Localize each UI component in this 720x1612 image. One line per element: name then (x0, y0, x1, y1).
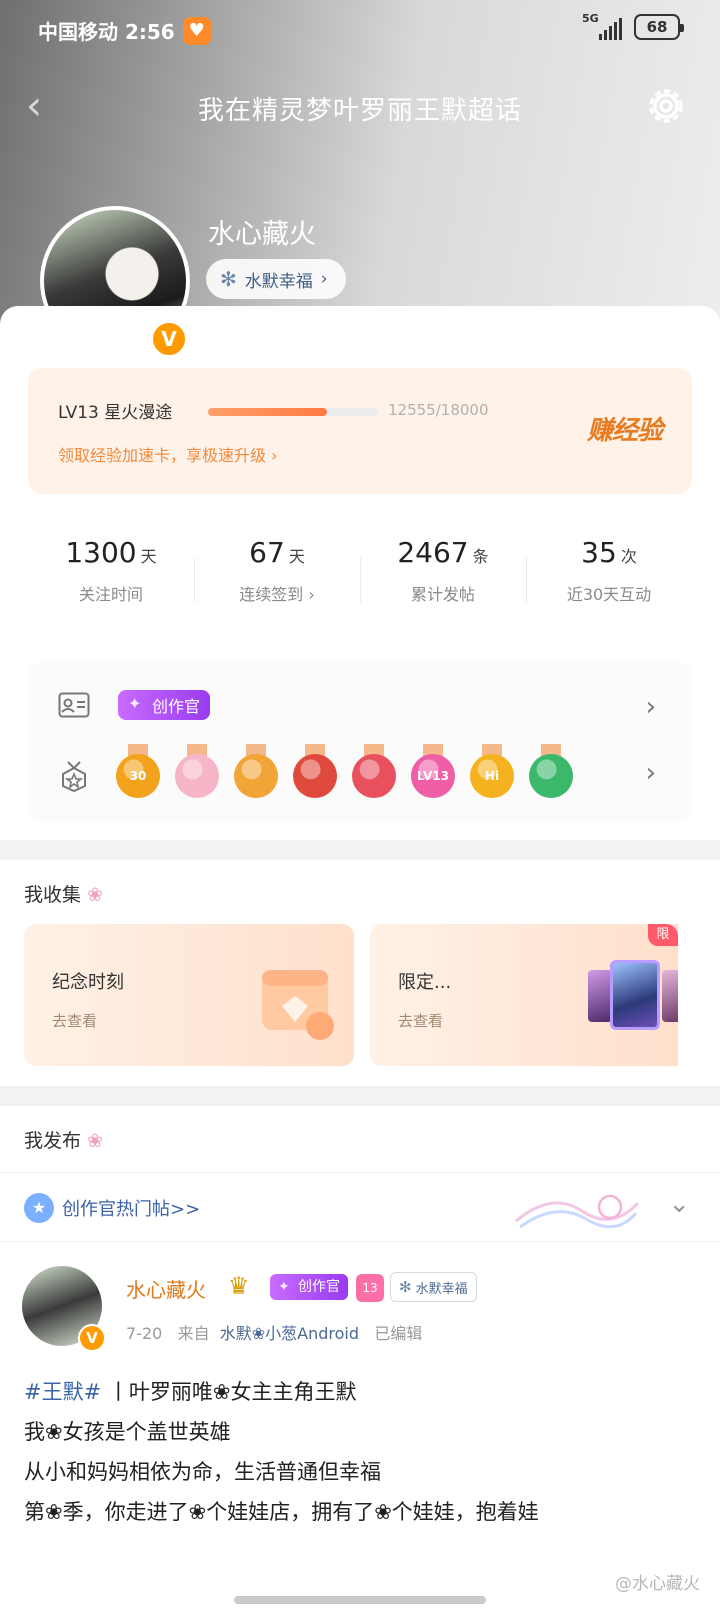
post-author-name[interactable]: 水心藏火 (126, 1274, 206, 1303)
stats-row: 1300 天 关注时间 67 天 连续签到 › 2467 条 累计发帖 35 次 近30… (28, 536, 692, 636)
collection-card-memories[interactable]: 纪念时刻 去查看 (24, 924, 354, 1066)
ribbon-decoration-icon (515, 1194, 640, 1229)
stat-follow-days: 1300 天 关注时间 (65, 536, 157, 604)
creator-tag[interactable]: 创作官 (118, 690, 211, 720)
medal-icon (62, 761, 86, 792)
post-fan-group-tag[interactable]: ✻ 水默幸福 (390, 1272, 477, 1302)
post-line-2: 我❀女孩是个盖世英雄 (24, 1420, 231, 1444)
chevron-right-icon: › (303, 585, 315, 604)
speedup-card-link[interactable]: 领取经验加速卡，享极速升级 › (58, 442, 278, 466)
paw-icon: ❀ (87, 884, 103, 906)
posts-section: 我发布 ❀ ★ 创作官热门帖>> ⌄ V 水心藏火 ♛ 创作官 13 ✻ 水默幸… (0, 1106, 720, 1612)
snowflake-icon: ✻ (220, 267, 237, 291)
crown-medal-icon (234, 744, 278, 802)
fan-group-pill[interactable]: ✻ 水默幸福 › (206, 259, 346, 299)
gear-icon[interactable] (642, 82, 690, 130)
collection-card-limited[interactable]: 限定... 去查看 限 (370, 924, 678, 1066)
sakura-medal-icon (175, 744, 219, 802)
level-label: LV13 星火漫途 (58, 403, 173, 423)
stat-posts: 2467 条 累计发帖 (360, 536, 526, 636)
lv13-medal-icon: LV13 (411, 744, 455, 802)
stat-checkin-days[interactable]: 67 天 连续签到 › (194, 536, 360, 636)
level-progress-text: 12555/18000 (388, 401, 489, 419)
post-hashtag[interactable]: #王默# (24, 1380, 101, 1404)
posts-title: 我发布 ❀ (24, 1130, 103, 1152)
medal-list[interactable]: 30 LV13 Hi (116, 744, 620, 808)
notification-app-icon: ♥ (182, 16, 211, 45)
chevron-right-icon[interactable]: › (646, 692, 656, 722)
stat-interactions: 35 次 近30天互动 (526, 536, 692, 636)
verified-badge-icon: V (78, 1324, 106, 1352)
chevron-down-icon[interactable]: ⌄ (668, 1189, 690, 1219)
username: 水心藏火 (208, 219, 316, 250)
earn-exp-button[interactable]: 赚经验 (587, 410, 663, 447)
calendar-gem-icon (262, 970, 334, 1040)
chevron-right-icon: › (320, 269, 328, 289)
signal-icon: 5G (582, 12, 622, 40)
post-body[interactable]: #王默# 丨叶罗丽唯❀女主主角王默 我❀女孩是个盖世英雄 从小和妈妈相依为命，生… (24, 1372, 696, 1532)
post-date: 7-20 (126, 1324, 163, 1343)
status-left: 中国移动 2:56 ♥ (38, 16, 211, 45)
post-creator-tag[interactable]: 创作官 (270, 1274, 348, 1300)
collection-section: 我收集 ❀ 纪念时刻 去查看 限定... 去查看 限 (0, 860, 720, 1086)
limited-tag: 限 (648, 924, 678, 946)
30-days-medal-icon: 30 (116, 744, 160, 802)
post-source: 水默❀小葱Android (219, 1324, 360, 1343)
home-indicator[interactable] (234, 1596, 486, 1604)
collection-title: 我收集 ❀ (24, 884, 103, 906)
post-line-4: 第❀季，你走进了❀个娃娃店，拥有了❀个娃娃，抱着娃 (24, 1500, 539, 1524)
watermark: @水心藏火 (615, 1574, 700, 1594)
hi-medal-icon: Hi (470, 744, 514, 802)
card-thumb-right (662, 970, 678, 1022)
card-thumb-main (610, 960, 660, 1030)
creator-hot-posts-link[interactable]: 创作官热门帖>> (62, 1195, 200, 1221)
cat-medal-pink-icon (352, 744, 396, 802)
post-from-label: 来自 (177, 1324, 210, 1343)
post-level-badge: 13 (356, 1274, 384, 1302)
carrier-time: 中国移动 2:56 (38, 20, 175, 44)
card-thumb-left (588, 970, 612, 1022)
chevron-right-icon[interactable]: › (646, 758, 656, 788)
crown-icon: ♛ (228, 1272, 250, 1300)
status-bar: 中国移动 2:56 ♥ 5G 68 (0, 8, 720, 48)
snowflake-icon: ✻ (399, 1278, 412, 1296)
fan-group-label: 水默幸福 (244, 271, 313, 292)
level-progress-bar (208, 408, 378, 416)
hand-medal-icon (529, 744, 573, 802)
verified-badge-icon: V (150, 320, 188, 358)
star-badge-icon: ★ (24, 1193, 54, 1223)
paw-icon: ❀ (87, 1130, 103, 1152)
creator-hot-posts-row[interactable]: ★ 创作官热门帖>> ⌄ (0, 1172, 720, 1242)
level-panel[interactable]: LV13 星火漫途 12555/18000 领取经验加速卡，享极速升级 › 赚经… (28, 368, 692, 494)
page-title: 我在精灵梦叶罗丽王默超话 (197, 96, 522, 126)
post-edited: 已编辑 (374, 1324, 423, 1343)
id-card-icon (58, 692, 90, 718)
level-progress-fill (208, 408, 327, 416)
post-meta: 7-20 来自 水默❀小葱Android 已编辑 (126, 1320, 422, 1344)
post-line-3: 从小和妈妈相依为命，生活普通但幸福 (24, 1460, 381, 1484)
status-right: 5G 68 (582, 12, 684, 40)
profile-card: LV13 星火漫途 12555/18000 领取经验加速卡，享极速升级 › 赚经… (0, 306, 720, 840)
battery-icon: 68 (634, 14, 684, 40)
badge-section: 创作官 › 30 LV13 Hi › (28, 662, 692, 822)
cat-medal-red-icon (293, 744, 337, 802)
post-line-1: #王默# 丨叶罗丽唯❀女主主角王默 (24, 1380, 357, 1404)
